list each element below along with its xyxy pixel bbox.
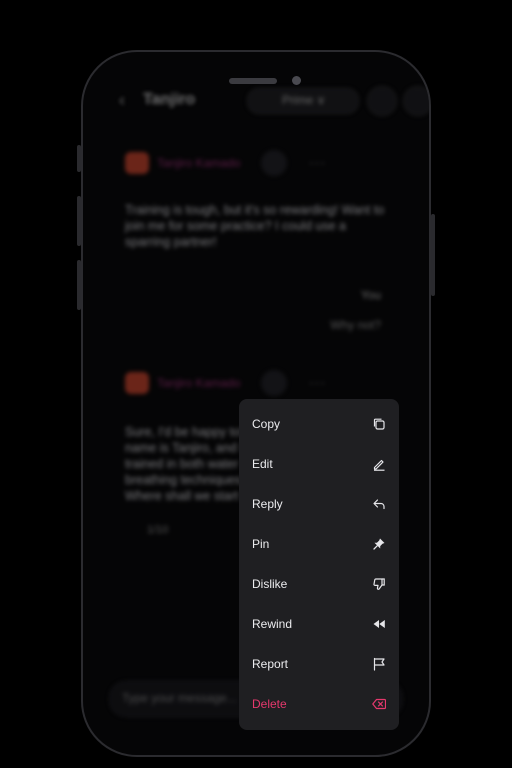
menu-item-label: Rewind <box>252 617 293 631</box>
menu-item-dislike[interactable]: Dislike <box>239 564 399 604</box>
power-button <box>431 214 435 296</box>
play-audio-icon[interactable] <box>261 150 287 176</box>
pencil-icon <box>373 459 385 471</box>
model-pill-label: Prime ∨ <box>282 93 326 107</box>
model-pill[interactable]: Prime ∨ <box>247 88 359 114</box>
author-name: Tanjiro Kamado <box>157 376 241 390</box>
menu-item-label: Dislike <box>252 577 288 591</box>
avatar <box>125 152 149 174</box>
top-bar: ‹ Tanjiro Prime ∨ <box>119 86 429 116</box>
menu-item-copy[interactable]: Copy <box>239 404 399 444</box>
menu-item-label: Report <box>252 657 289 671</box>
thumbs-down-icon <box>373 578 385 590</box>
volume-down-button <box>77 260 81 310</box>
menu-item-label: Copy <box>252 417 281 431</box>
message-text: Training is tough, but it's so rewarding… <box>125 203 385 249</box>
message-text: Why not? <box>330 318 381 332</box>
play-audio-icon[interactable] <box>261 370 287 396</box>
menu-item-report[interactable]: Report <box>239 644 399 684</box>
pin-icon <box>373 538 385 550</box>
menu-item-edit[interactable]: Edit <box>239 444 399 484</box>
volume-up-button <box>77 196 81 246</box>
more-icon[interactable]: ··· <box>309 154 326 170</box>
flag-icon <box>373 657 385 671</box>
call-icon[interactable] <box>367 86 397 116</box>
menu-item-delete[interactable]: Delete <box>239 684 399 724</box>
backspace-icon <box>372 698 386 710</box>
message-pager: 1/10 <box>147 524 169 536</box>
message-input-placeholder: Type your message... <box>122 691 237 705</box>
menu-item-label: Delete <box>252 697 287 711</box>
menu-item-label: Edit <box>252 457 273 471</box>
menu-item-label: Pin <box>252 537 270 551</box>
chat-title: Tanjiro <box>143 91 196 108</box>
author-name: Tanjiro Kamado <box>157 156 241 170</box>
rewind-icon <box>373 620 385 628</box>
menu-item-rewind[interactable]: Rewind <box>239 604 399 644</box>
speaker-grille <box>229 78 277 84</box>
avatar <box>125 372 149 394</box>
copy-icon <box>373 418 385 430</box>
menu-item-pin[interactable]: Pin <box>239 524 399 564</box>
mute-switch <box>77 145 81 172</box>
author-name: You <box>360 288 381 302</box>
more-icon[interactable]: ··· <box>309 374 326 390</box>
context-menu: Copy Edit Reply Pin Dislike Rewind Repor… <box>239 399 399 730</box>
menu-icon[interactable] <box>403 86 429 116</box>
menu-item-reply[interactable]: Reply <box>239 484 399 524</box>
reply-icon <box>373 499 385 510</box>
back-icon[interactable]: ‹ <box>119 90 125 111</box>
menu-item-label: Reply <box>252 497 283 511</box>
front-camera <box>292 76 301 85</box>
